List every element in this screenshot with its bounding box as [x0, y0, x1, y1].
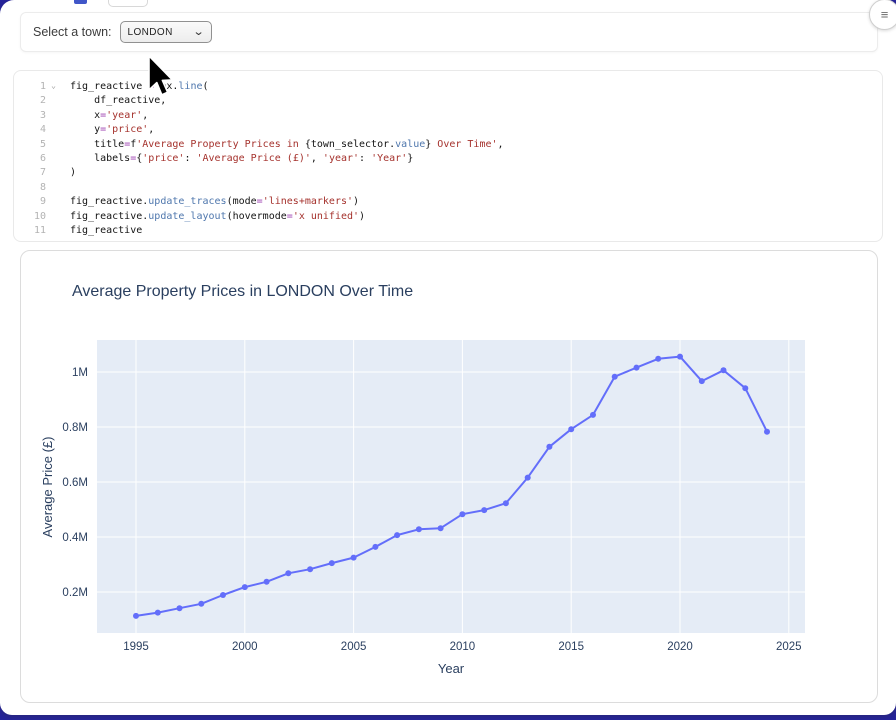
hamburger-menu-icon: ≡	[881, 8, 889, 21]
chevron-down-icon: ⌄	[193, 25, 205, 38]
data-point-marker	[438, 525, 444, 531]
data-point-marker	[677, 354, 683, 360]
data-point-marker	[372, 544, 378, 550]
data-point-marker	[264, 579, 270, 585]
x-axis-title: Year	[438, 661, 465, 676]
code-line[interactable]: fig_reactive = px.line(	[70, 80, 882, 94]
line-number: 1⌄	[14, 80, 58, 94]
y-axis-title: Average Price (£)	[40, 437, 55, 538]
fold-arrow-icon[interactable]: ⌄	[51, 79, 56, 93]
cropped-logo-artifact	[74, 0, 87, 4]
data-point-marker	[198, 601, 204, 607]
line-number: 11	[14, 224, 58, 238]
code-line[interactable]: title=f'Average Property Prices in {town…	[70, 138, 882, 152]
chart-output-cell: Average Property Prices in LONDON Over T…	[20, 250, 878, 703]
cropped-tab-artifact	[108, 0, 148, 7]
data-point-marker	[612, 374, 618, 380]
data-point-marker	[742, 385, 748, 391]
line-number: 9	[14, 195, 58, 209]
code-line[interactable]	[70, 181, 882, 195]
plot-background	[97, 340, 805, 633]
data-point-marker	[503, 500, 509, 506]
line-number: 7	[14, 166, 58, 180]
x-tick-label: 2020	[667, 641, 693, 653]
data-point-marker	[655, 356, 661, 362]
x-tick-label: 2000	[232, 641, 258, 653]
data-point-marker	[285, 570, 291, 576]
x-tick-label: 2015	[558, 641, 584, 653]
data-point-marker	[416, 526, 422, 532]
line-number: 3	[14, 109, 58, 123]
code-line[interactable]: x='year',	[70, 109, 882, 123]
data-point-marker	[155, 610, 161, 616]
y-tick-label: 0.2M	[62, 587, 88, 599]
code-line[interactable]: df_reactive,	[70, 94, 882, 108]
data-point-marker	[634, 365, 640, 371]
code-editor-cell[interactable]: 1⌄234567891011 fig_reactive = px.line( d…	[13, 70, 883, 242]
data-point-marker	[242, 584, 248, 590]
code-line[interactable]: fig_reactive.update_traces(mode='lines+m…	[70, 195, 882, 209]
line-number: 10	[14, 210, 58, 224]
line-number: 2	[14, 94, 58, 108]
code-gutter: 1⌄234567891011	[14, 80, 58, 241]
town-selector-label: Select a town:	[33, 25, 112, 39]
x-tick-label: 2010	[450, 641, 476, 653]
town-selector-cell: Select a town: LONDON ⌄	[20, 12, 878, 52]
data-point-marker	[590, 412, 596, 418]
data-point-marker	[568, 426, 574, 432]
code-lines[interactable]: fig_reactive = px.line( df_reactive, x='…	[58, 80, 882, 241]
y-tick-label: 1M	[72, 367, 88, 379]
code-line[interactable]: labels={'price': 'Average Price (£)', 'y…	[70, 152, 882, 166]
x-tick-label: 1995	[123, 641, 149, 653]
line-number: 4	[14, 123, 58, 137]
data-point-marker	[546, 444, 552, 450]
notebook-page: Select a town: LONDON ⌄ 1⌄234567891011 f…	[0, 0, 896, 715]
data-point-marker	[459, 511, 465, 517]
data-point-marker	[177, 605, 183, 611]
x-tick-label: 2025	[776, 641, 802, 653]
code-line[interactable]: fig_reactive	[70, 224, 882, 238]
line-number: 8	[14, 181, 58, 195]
code-line[interactable]: )	[70, 166, 882, 180]
data-point-marker	[307, 566, 313, 572]
data-point-marker	[721, 367, 727, 373]
data-point-marker	[133, 613, 139, 619]
line-number: 6	[14, 152, 58, 166]
code-line[interactable]: y='price',	[70, 123, 882, 137]
y-tick-label: 0.6M	[62, 477, 88, 489]
data-point-marker	[351, 555, 357, 561]
data-point-marker	[699, 378, 705, 384]
town-select-dropdown[interactable]: LONDON ⌄	[120, 21, 212, 43]
town-select-value: LONDON	[128, 27, 195, 38]
plotly-line-chart[interactable]: 0.2M 0.4M 0.6M 0.8M 1M 1995 2000 2005 2010 2015 20…	[21, 251, 877, 691]
data-point-marker	[764, 429, 770, 435]
y-tick-label: 0.8M	[62, 422, 88, 434]
code-line[interactable]: fig_reactive.update_layout(hovermode='x …	[70, 210, 882, 224]
data-point-marker	[220, 592, 226, 598]
data-point-marker	[329, 560, 335, 566]
data-point-marker	[525, 475, 531, 481]
menu-button[interactable]: ≡	[869, 0, 896, 30]
x-tick-label: 2005	[341, 641, 367, 653]
line-number: 5	[14, 138, 58, 152]
y-tick-label: 0.4M	[62, 532, 88, 544]
data-point-marker	[481, 507, 487, 513]
data-point-marker	[394, 532, 400, 538]
